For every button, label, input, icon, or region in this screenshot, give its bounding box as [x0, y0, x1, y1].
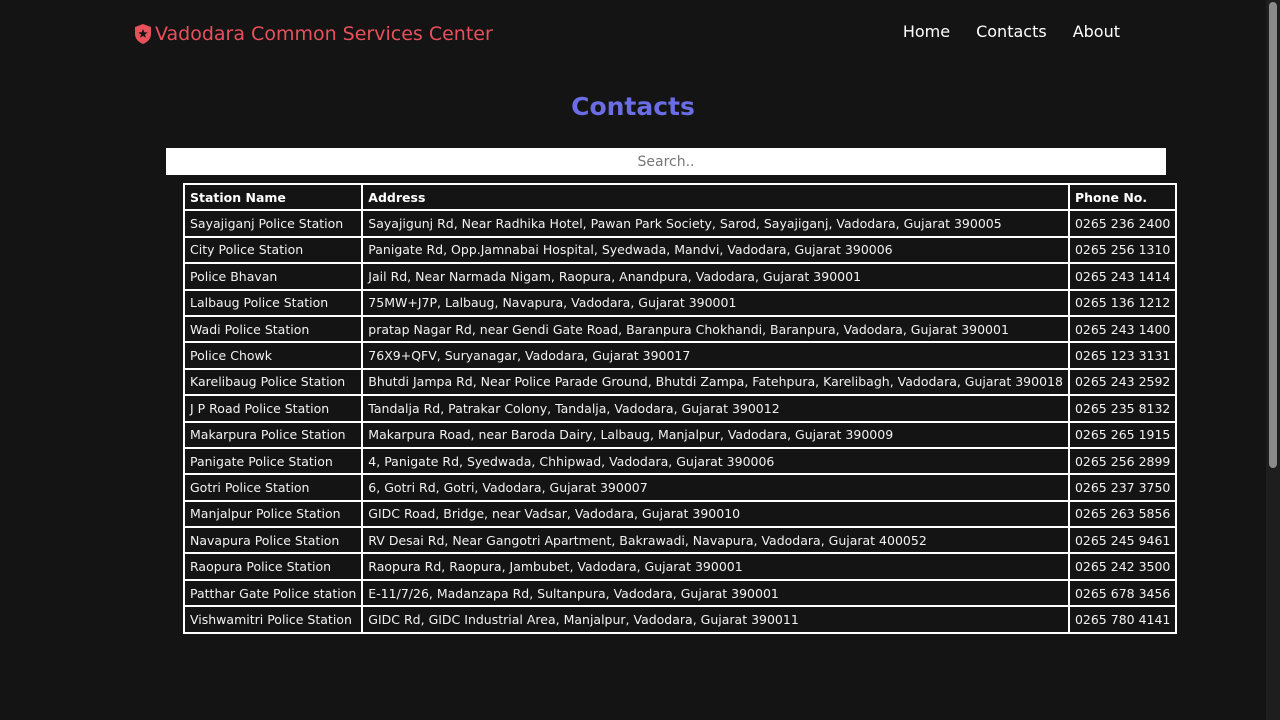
- cell-address: 6, Gotri Rd, Gotri, Vadodara, Gujarat 39…: [361, 473, 1070, 502]
- nav-home-link[interactable]: Home: [903, 22, 950, 41]
- table-row: Lalbaug Police Station 75MW+J7P, Lalbaug,…: [182, 288, 1178, 317]
- cell-address: RV Desai Rd, Near Gangotri Apartment, Ba…: [361, 526, 1070, 555]
- cell-address: Bhutdi Jampa Rd, Near Police Parade Grou…: [361, 367, 1070, 397]
- cell-phone: 0265 235 8132: [1067, 394, 1178, 423]
- brand-link[interactable]: Vadodara Common Services Center: [133, 20, 493, 48]
- police-badge-icon: [133, 23, 153, 45]
- cell-phone: 0265 245 9461: [1067, 526, 1178, 555]
- cell-station-name: Karelibaug Police Station: [182, 367, 364, 397]
- cell-station-name: Wadi Police Station: [182, 314, 364, 344]
- cell-phone: 0265 237 3750: [1067, 473, 1178, 502]
- cell-station-name: Sayajiganj Police Station: [182, 209, 364, 238]
- table-row: Police Chowk 76X9+QFV, Suryanagar, Vadoda…: [182, 341, 1178, 370]
- brand-name: Vadodara Common Services Center: [155, 23, 493, 45]
- table-row: Sayajiganj Police Station Sayajigunj Rd, …: [182, 209, 1178, 238]
- cell-phone: 0265 780 4141: [1067, 605, 1178, 634]
- cell-station-name: Makarpura Police Station: [182, 420, 364, 449]
- cell-station-name: Police Bhavan: [182, 262, 364, 291]
- cell-station-name: Patthar Gate Police station: [182, 578, 364, 608]
- table-row: Police Bhavan Jail Rd, Near Narmada Nigam…: [182, 262, 1178, 291]
- table-row: Navapura Police Station RV Desai Rd, Near…: [182, 526, 1178, 555]
- table-header-row: Station Name Address Phone No.: [182, 182, 1178, 212]
- page-scrollbar[interactable]: [1266, 0, 1280, 720]
- cell-address: 76X9+QFV, Suryanagar, Vadodara, Gujarat …: [361, 341, 1070, 370]
- table-row: Patthar Gate Police station E-11/7/26, Ma…: [182, 578, 1178, 608]
- cell-phone: 0265 236 2400: [1067, 209, 1178, 238]
- cell-address: E-11/7/26, Madanzapa Rd, Sultanpura, Vad…: [361, 578, 1070, 608]
- cell-address: pratap Nagar Rd, near Gendi Gate Road, B…: [361, 314, 1070, 344]
- cell-address: Panigate Rd, Opp.Jamnabai Hospital, Syed…: [361, 235, 1070, 265]
- cell-phone: 0265 242 3500: [1067, 552, 1178, 581]
- cell-address: Makarpura Road, near Baroda Dairy, Lalba…: [361, 420, 1070, 449]
- cell-phone: 0265 263 5856: [1067, 499, 1178, 529]
- contacts-table: Station Name Address Phone No. Sayajigan…: [182, 182, 1178, 634]
- cell-phone: 0265 265 1915: [1067, 420, 1178, 449]
- cell-station-name: Police Chowk: [182, 341, 364, 370]
- cell-address: Sayajigunj Rd, Near Radhika Hotel, Pawan…: [361, 209, 1070, 238]
- table-row: City Police Station Panigate Rd, Opp.Jamn…: [182, 235, 1178, 265]
- cell-station-name: City Police Station: [182, 235, 364, 265]
- search-input[interactable]: [166, 148, 1166, 175]
- header-station-name: Station Name: [182, 182, 364, 212]
- table-row: Vishwamitri Police Station GIDC Rd, GIDC …: [182, 605, 1178, 634]
- cell-address: Tandalja Rd, Patrakar Colony, Tandalja, …: [361, 394, 1070, 423]
- table-row: Wadi Police Station pratap Nagar Rd, near…: [182, 314, 1178, 344]
- cell-address: Jail Rd, Near Narmada Nigam, Raopura, An…: [361, 262, 1070, 291]
- nav-links: Home Contacts About: [903, 22, 1120, 41]
- page-title: Contacts: [571, 92, 695, 121]
- cell-station-name: Manjalpur Police Station: [182, 499, 364, 529]
- table-row: J P Road Police Station Tandalja Rd, Patr…: [182, 394, 1178, 423]
- table-row: Makarpura Police Station Makarpura Road, …: [182, 420, 1178, 449]
- cell-phone: 0265 136 1212: [1067, 288, 1178, 317]
- table-row: Raopura Police Station Raopura Rd, Raopur…: [182, 552, 1178, 581]
- cell-phone: 0265 243 1400: [1067, 314, 1178, 344]
- scrollbar-thumb[interactable]: [1269, 2, 1277, 468]
- cell-phone: 0265 123 3131: [1067, 341, 1178, 370]
- table-row: Panigate Police Station 4, Panigate Rd, S…: [182, 446, 1178, 476]
- table-row: Manjalpur Police Station GIDC Road, Bridg…: [182, 499, 1178, 529]
- cell-station-name: Lalbaug Police Station: [182, 288, 364, 317]
- cell-address: 75MW+J7P, Lalbaug, Navapura, Vadodara, G…: [361, 288, 1070, 317]
- cell-station-name: Gotri Police Station: [182, 473, 364, 502]
- navbar: Vadodara Common Services Center Home Con…: [0, 0, 1266, 68]
- cell-phone: 0265 243 2592: [1067, 367, 1178, 397]
- header-phone: Phone No.: [1067, 182, 1178, 212]
- cell-station-name: J P Road Police Station: [182, 394, 364, 423]
- nav-about-link[interactable]: About: [1073, 22, 1120, 41]
- cell-address: 4, Panigate Rd, Syedwada, Chhipwad, Vado…: [361, 446, 1070, 476]
- cell-address: Raopura Rd, Raopura, Jambubet, Vadodara,…: [361, 552, 1070, 581]
- cell-station-name: Navapura Police Station: [182, 526, 364, 555]
- cell-station-name: Raopura Police Station: [182, 552, 364, 581]
- nav-contacts-link[interactable]: Contacts: [976, 22, 1047, 41]
- table-row: Gotri Police Station 6, Gotri Rd, Gotri, …: [182, 473, 1178, 502]
- cell-phone: 0265 256 1310: [1067, 235, 1178, 265]
- cell-address: GIDC Road, Bridge, near Vadsar, Vadodara…: [361, 499, 1070, 529]
- table-row: Karelibaug Police Station Bhutdi Jampa Rd…: [182, 367, 1178, 397]
- cell-station-name: Panigate Police Station: [182, 446, 364, 476]
- cell-phone: 0265 678 3456: [1067, 578, 1178, 608]
- cell-phone: 0265 256 2899: [1067, 446, 1178, 476]
- cell-phone: 0265 243 1414: [1067, 262, 1178, 291]
- header-address: Address: [361, 182, 1070, 212]
- cell-station-name: Vishwamitri Police Station: [182, 605, 364, 634]
- cell-address: GIDC Rd, GIDC Industrial Area, Manjalpur…: [361, 605, 1070, 634]
